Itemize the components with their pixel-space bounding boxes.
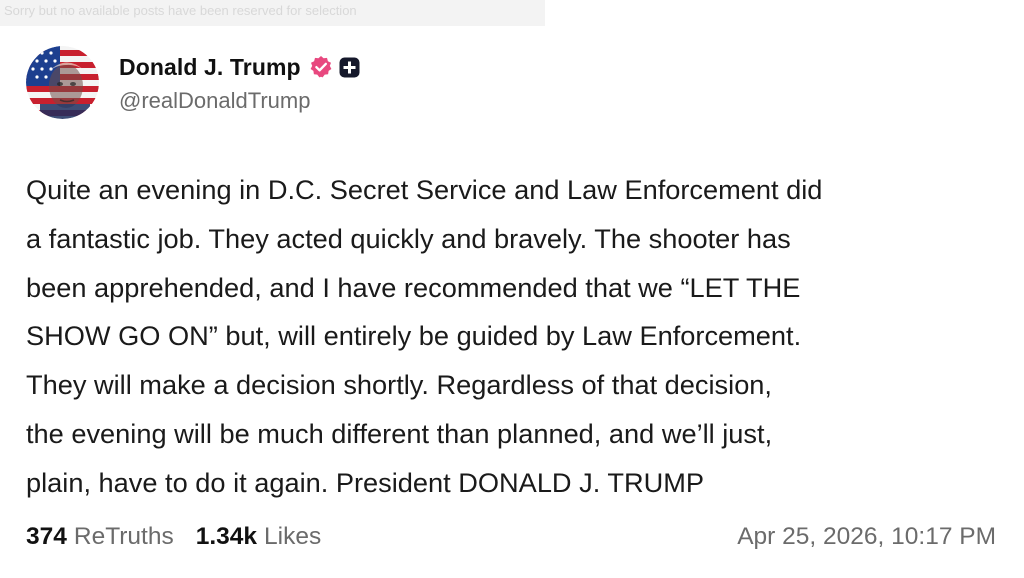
post-text-line: the evening will be much different than … xyxy=(26,417,773,449)
post-text-line: They will make a decision shortly. Regar… xyxy=(26,369,772,401)
verified-badge-icon xyxy=(309,55,333,79)
post-timestamp[interactable]: Apr 25, 2026, 10:17 PM xyxy=(737,523,996,551)
post-footer: 374 ReTruths 1.34k Likes Apr 25, 2026, 1… xyxy=(26,516,996,558)
author-name-row: Donald J. Trump xyxy=(119,50,360,84)
likes-stat[interactable]: 1.34k Likes xyxy=(196,523,322,551)
flag-portrait-avatar-icon xyxy=(26,45,99,119)
post-text-line: SHOW GO ON” but, will entirely be guided… xyxy=(26,320,802,352)
retruths-label: ReTruths xyxy=(73,523,174,550)
author-handle[interactable]: @realDonaldTrump xyxy=(119,88,360,114)
avatar[interactable] xyxy=(26,45,99,119)
retruths-count: 374 xyxy=(26,523,67,550)
author-display-name[interactable]: Donald J. Trump xyxy=(119,54,301,81)
post-header: Donald J. Trump @realDonaldTrump xyxy=(26,44,360,120)
top-banner: Sorry but no available posts have been r… xyxy=(0,0,545,26)
post-text-line: a fantastic job. They acted quickly and … xyxy=(26,222,791,254)
plus-badge-icon xyxy=(339,57,360,78)
author-identity: Donald J. Trump @realDonaldTrump xyxy=(119,50,360,114)
post-text-line: been apprehended, and I have recommended… xyxy=(26,271,801,303)
post-card: Sorry but no available posts have been r… xyxy=(0,0,1024,578)
post-text: Quite an evening in D.C. Secret Service … xyxy=(26,166,1011,508)
post-text-line: plain, have to do it again. President DO… xyxy=(26,466,704,498)
likes-label: Likes xyxy=(264,523,322,550)
likes-count: 1.34k xyxy=(195,523,258,550)
retruths-stat[interactable]: 374 ReTruths xyxy=(26,523,174,551)
post-text-line: Quite an evening in D.C. Secret Service … xyxy=(26,174,823,205)
top-banner-text: Sorry but no available posts have been r… xyxy=(4,3,357,18)
